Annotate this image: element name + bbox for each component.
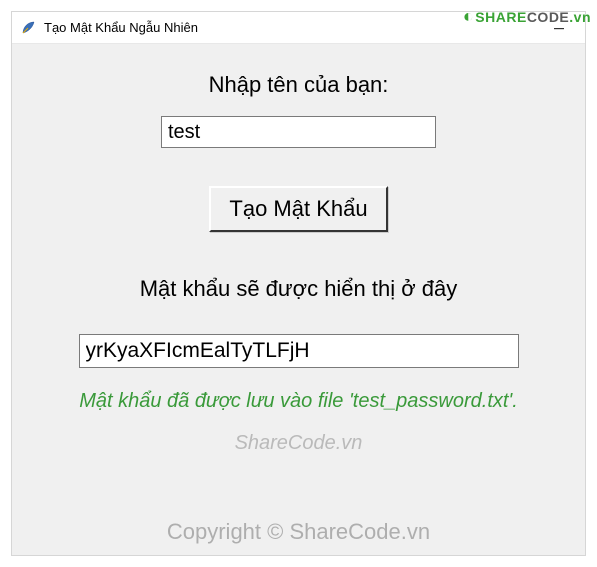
password-output[interactable] — [79, 334, 519, 368]
logo-text-share: SHARE — [475, 9, 527, 25]
logo-text-vn: .vn — [569, 9, 591, 25]
result-heading-label: Mật khẩu sẽ được hiển thị ở đây — [140, 276, 458, 302]
status-message: Mật khẩu đã được lưu vào file 'test_pass… — [79, 390, 518, 413]
logo-arc-icon: ◐ — [463, 6, 474, 27]
logo-text-code: CODE — [527, 9, 569, 25]
client-area: Nhập tên của bạn: Tạo Mật Khẩu Mật khẩu … — [12, 44, 585, 555]
name-prompt-label: Nhập tên của bạn: — [209, 72, 389, 98]
feather-app-icon — [20, 20, 36, 36]
application-window: Tạo Mật Khẩu Ngẫu Nhiên Nhập tên của bạn… — [11, 11, 586, 556]
name-input[interactable] — [161, 116, 436, 148]
outer-frame: Tạo Mật Khẩu Ngẫu Nhiên Nhập tên của bạn… — [0, 0, 597, 567]
sharecode-logo: ◐ SHARECODE.vn — [463, 6, 591, 27]
generate-password-button[interactable]: Tạo Mật Khẩu — [209, 186, 387, 232]
